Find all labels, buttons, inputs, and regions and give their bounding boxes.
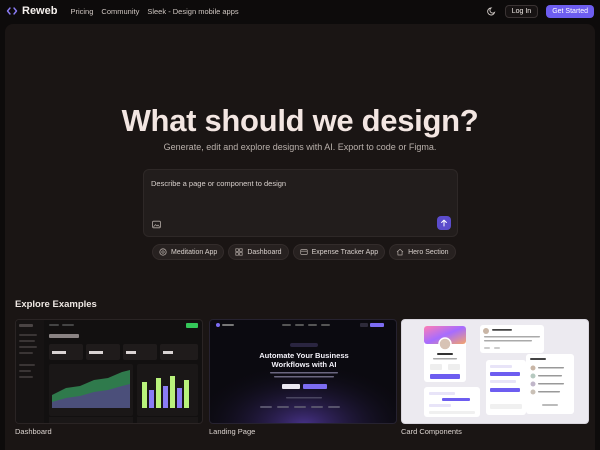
hero-title: What should we design?	[121, 103, 479, 138]
home-icon	[396, 248, 404, 256]
chip-label: Hero Section	[408, 248, 449, 256]
landing-headline-line1: Automate Your Business	[259, 351, 349, 360]
chip-expense-tracker[interactable]: Expense Tracker App	[292, 244, 386, 260]
card-label-landing: Landing Page	[209, 427, 256, 436]
landing-preview: Automate Your Business Workflows with AI	[210, 320, 396, 423]
top-nav: Reweb Pricing Community Sleek - Design m…	[0, 0, 600, 22]
hero-subtitle: Generate, edit and explore designs with …	[163, 142, 437, 152]
explore-title: Explore Examples	[15, 299, 97, 310]
card-label-components: Card Components	[401, 427, 462, 436]
chip-dashboard[interactable]: Dashboard	[228, 244, 289, 260]
send-button[interactable]	[437, 216, 451, 230]
nav-link-pricing[interactable]: Pricing	[70, 7, 93, 16]
grid-icon	[235, 248, 243, 256]
brand-name: Reweb	[22, 5, 58, 17]
prompt-input[interactable]: Describe a page or component to design	[143, 169, 458, 237]
card-components-preview	[424, 325, 574, 417]
chip-meditation-app[interactable]: Meditation App	[152, 244, 225, 260]
landing-headline-line2: Workflows with AI	[272, 360, 337, 369]
main-panel: What should we design? Generate, edit an…	[5, 24, 595, 450]
chip-label: Expense Tracker App	[311, 248, 379, 256]
nav-actions: Log In Get Started	[487, 4, 594, 18]
code-brackets-icon	[6, 7, 18, 15]
dashboard-preview	[16, 320, 198, 423]
chip-label: Meditation App	[171, 248, 218, 256]
moon-icon[interactable]	[487, 6, 497, 16]
login-button[interactable]: Log In	[504, 4, 539, 18]
brand-logo[interactable]: Reweb	[6, 5, 57, 17]
nav-link-community[interactable]: Community	[101, 7, 139, 16]
wallet-icon	[299, 249, 308, 255]
suggestion-chips: Meditation App Dashboard Expense Tracker…	[152, 244, 456, 260]
example-card-components[interactable]	[401, 319, 589, 424]
chip-label: Dashboard	[247, 248, 282, 256]
example-card-landing[interactable]: Automate Your Business Workflows with AI	[209, 319, 397, 424]
example-card-dashboard[interactable]	[15, 319, 203, 424]
meditation-icon	[159, 248, 167, 256]
prompt-placeholder: Describe a page or component to design	[151, 179, 287, 188]
get-started-button[interactable]: Get Started	[546, 4, 594, 18]
card-label-dashboard: Dashboard	[15, 427, 52, 436]
image-attach-icon[interactable]	[152, 220, 161, 229]
nav-link-sleek[interactable]: Sleek - Design mobile apps	[147, 7, 238, 16]
chip-hero-section[interactable]: Hero Section	[389, 244, 456, 260]
arrow-up-icon	[441, 219, 447, 227]
